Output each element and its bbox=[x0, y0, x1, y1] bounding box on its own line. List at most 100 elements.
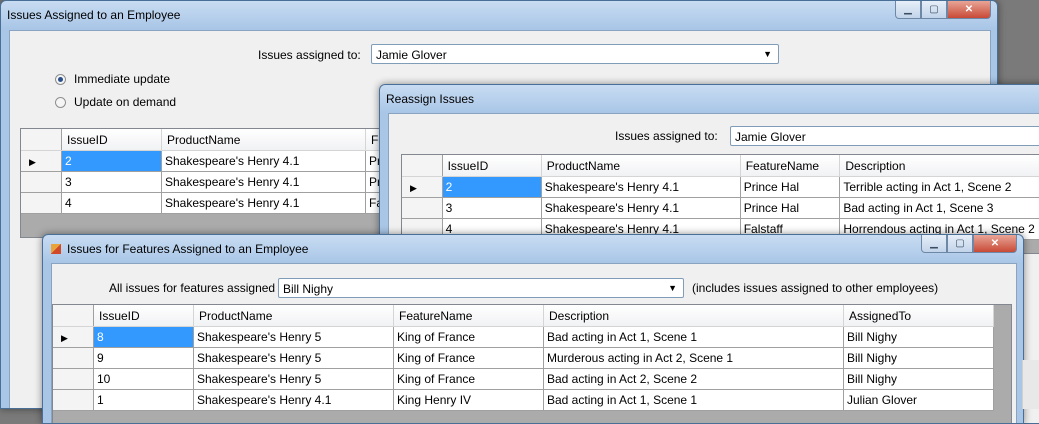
maximize-icon: ▢ bbox=[955, 238, 965, 249]
table-cell[interactable]: Shakespeare's Henry 4.1 bbox=[193, 389, 394, 411]
row-header-corner bbox=[402, 155, 443, 177]
table-cell[interactable]: Bill Nighy bbox=[843, 368, 994, 390]
client-area: All issues for features assigned to: Bil… bbox=[51, 263, 1017, 423]
column-header[interactable]: Description bbox=[543, 305, 844, 327]
table-row[interactable]: 4 Shakespeare's Henry 4.1 Falst bbox=[21, 192, 414, 214]
current-row-arrow-icon: ▶ bbox=[410, 183, 417, 193]
chevron-down-icon: ▼ bbox=[668, 283, 677, 293]
column-header[interactable]: IssueID bbox=[442, 155, 542, 177]
maximize-button[interactable]: ▢ bbox=[947, 235, 973, 253]
table-cell[interactable]: Bad acting in Act 1, Scene 1 bbox=[543, 389, 844, 411]
radio-immediate-label: Immediate update bbox=[74, 72, 171, 86]
table-cell[interactable]: Bill Nighy bbox=[843, 326, 994, 348]
table-cell[interactable]: Shakespeare's Henry 4.1 bbox=[541, 176, 741, 198]
table-cell[interactable]: 8 bbox=[93, 326, 194, 348]
table-cell[interactable]: Shakespeare's Henry 4.1 bbox=[161, 171, 366, 193]
radio-update-on-demand[interactable]: Update on demand bbox=[55, 95, 176, 109]
radio-unselected-icon bbox=[55, 96, 66, 108]
close-button[interactable]: ✕ bbox=[973, 235, 1017, 253]
table-cell[interactable]: Julian Glover bbox=[843, 389, 994, 411]
row-selector[interactable]: ▶ bbox=[21, 150, 62, 172]
row-selector[interactable] bbox=[402, 197, 443, 219]
minimize-button[interactable]: ▁ bbox=[895, 1, 921, 19]
minimize-button[interactable]: ▁ bbox=[921, 235, 947, 253]
row-selector[interactable] bbox=[53, 347, 94, 369]
employee-select[interactable]: Jamie Glover bbox=[730, 126, 1039, 146]
radio-immediate-update[interactable]: Immediate update bbox=[55, 72, 170, 86]
title-bar[interactable]: Issues Assigned to an Employee ▁ ▢ ✕ bbox=[1, 1, 997, 29]
employee-value: Jamie Glover bbox=[376, 48, 447, 62]
row-selector[interactable] bbox=[21, 171, 62, 193]
grid-header: IssueID ProductName Feature bbox=[21, 129, 414, 151]
table-cell[interactable]: 1 bbox=[93, 389, 194, 411]
column-header[interactable]: ProductName bbox=[193, 305, 394, 327]
employee-value: Bill Nighy bbox=[283, 282, 334, 296]
table-cell[interactable]: 2 bbox=[61, 150, 162, 172]
table-cell[interactable]: 9 bbox=[93, 347, 194, 369]
window-title: Issues for Features Assigned to an Emplo… bbox=[51, 242, 308, 256]
table-cell[interactable]: Bad acting in Act 1, Scene 3 bbox=[839, 197, 1039, 219]
title-bar[interactable]: Issues for Features Assigned to an Emplo… bbox=[43, 235, 1023, 263]
features-grid[interactable]: IssueID ProductName FeatureName Descript… bbox=[52, 304, 1012, 423]
table-row[interactable]: 9 Shakespeare's Henry 5 King of France M… bbox=[53, 347, 994, 369]
column-header[interactable]: ProductName bbox=[541, 155, 741, 177]
close-icon: ✕ bbox=[964, 4, 974, 15]
column-header[interactable]: IssueID bbox=[61, 129, 162, 151]
table-row[interactable]: 1 Shakespeare's Henry 4.1 King Henry IV … bbox=[53, 389, 994, 411]
table-cell[interactable]: 2 bbox=[442, 176, 542, 198]
column-header[interactable]: FeatureName bbox=[393, 305, 544, 327]
minimize-icon: ▁ bbox=[904, 4, 912, 15]
employee-select[interactable]: Bill Nighy ▼ bbox=[278, 278, 684, 298]
grid-header: IssueID ProductName FeatureName Descript… bbox=[53, 305, 994, 327]
table-cell[interactable]: 3 bbox=[442, 197, 542, 219]
minimize-icon: ▁ bbox=[930, 238, 938, 249]
column-header[interactable]: Description bbox=[839, 155, 1039, 177]
window-title: Reassign Issues bbox=[386, 92, 475, 106]
table-cell[interactable]: 3 bbox=[61, 171, 162, 193]
column-header[interactable]: ProductName bbox=[161, 129, 366, 151]
table-cell[interactable]: 10 bbox=[93, 368, 194, 390]
table-cell[interactable]: Bill Nighy bbox=[843, 347, 994, 369]
table-cell[interactable]: King of France bbox=[393, 326, 544, 348]
table-cell[interactable]: Bad acting in Act 2, Scene 2 bbox=[543, 368, 844, 390]
table-cell[interactable]: 4 bbox=[61, 192, 162, 214]
close-button[interactable]: ✕ bbox=[947, 1, 991, 19]
table-row[interactable]: ▶ 2 Shakespeare's Henry 4.1 Prin bbox=[21, 150, 414, 172]
table-cell[interactable]: Murderous acting in Act 2, Scene 1 bbox=[543, 347, 844, 369]
column-header[interactable]: IssueID bbox=[93, 305, 194, 327]
maximize-button[interactable]: ▢ bbox=[921, 1, 947, 19]
employee-value: Jamie Glover bbox=[735, 130, 806, 144]
title-bar[interactable]: Reassign Issues bbox=[380, 85, 1039, 113]
table-row[interactable]: 10 Shakespeare's Henry 5 King of France … bbox=[53, 368, 994, 390]
column-header[interactable]: FeatureName bbox=[740, 155, 841, 177]
row-selector[interactable]: ▶ bbox=[402, 176, 443, 198]
row-selector[interactable] bbox=[53, 368, 94, 390]
table-cell[interactable]: Shakespeare's Henry 5 bbox=[193, 326, 394, 348]
table-cell[interactable]: Shakespeare's Henry 4.1 bbox=[161, 150, 366, 172]
table-cell[interactable]: King Henry IV bbox=[393, 389, 544, 411]
table-cell[interactable]: Shakespeare's Henry 5 bbox=[193, 347, 394, 369]
assigned-label: Issues assigned to: bbox=[615, 129, 718, 143]
vertical-scrollbar[interactable] bbox=[1022, 360, 1039, 409]
table-row[interactable]: 3 Shakespeare's Henry 4.1 Prin bbox=[21, 171, 414, 193]
table-row[interactable]: ▶ 2 Shakespeare's Henry 4.1 Prince Hal T… bbox=[402, 176, 1039, 198]
table-cell[interactable]: Terrible acting in Act 1, Scene 2 bbox=[839, 176, 1039, 198]
table-cell[interactable]: Prince Hal bbox=[740, 176, 841, 198]
table-row[interactable]: 3 Shakespeare's Henry 4.1 Prince Hal Bad… bbox=[402, 197, 1039, 219]
table-cell[interactable]: Bad acting in Act 1, Scene 1 bbox=[543, 326, 844, 348]
table-cell[interactable]: Shakespeare's Henry 5 bbox=[193, 368, 394, 390]
table-row[interactable]: ▶ 8 Shakespeare's Henry 5 King of France… bbox=[53, 326, 994, 348]
current-row-arrow-icon: ▶ bbox=[29, 157, 36, 167]
table-cell[interactable]: King of France bbox=[393, 368, 544, 390]
table-cell[interactable]: Prince Hal bbox=[740, 197, 841, 219]
table-cell[interactable]: Shakespeare's Henry 4.1 bbox=[541, 197, 741, 219]
row-selector[interactable] bbox=[53, 389, 94, 411]
row-selector[interactable] bbox=[21, 192, 62, 214]
chevron-down-icon: ▼ bbox=[763, 49, 772, 59]
column-header[interactable]: AssignedTo bbox=[843, 305, 994, 327]
table-cell[interactable]: Shakespeare's Henry 4.1 bbox=[161, 192, 366, 214]
row-selector[interactable]: ▶ bbox=[53, 326, 94, 348]
table-cell[interactable]: King of France bbox=[393, 347, 544, 369]
row-header-corner bbox=[21, 129, 62, 151]
employee-select[interactable]: Jamie Glover ▼ bbox=[371, 44, 779, 64]
